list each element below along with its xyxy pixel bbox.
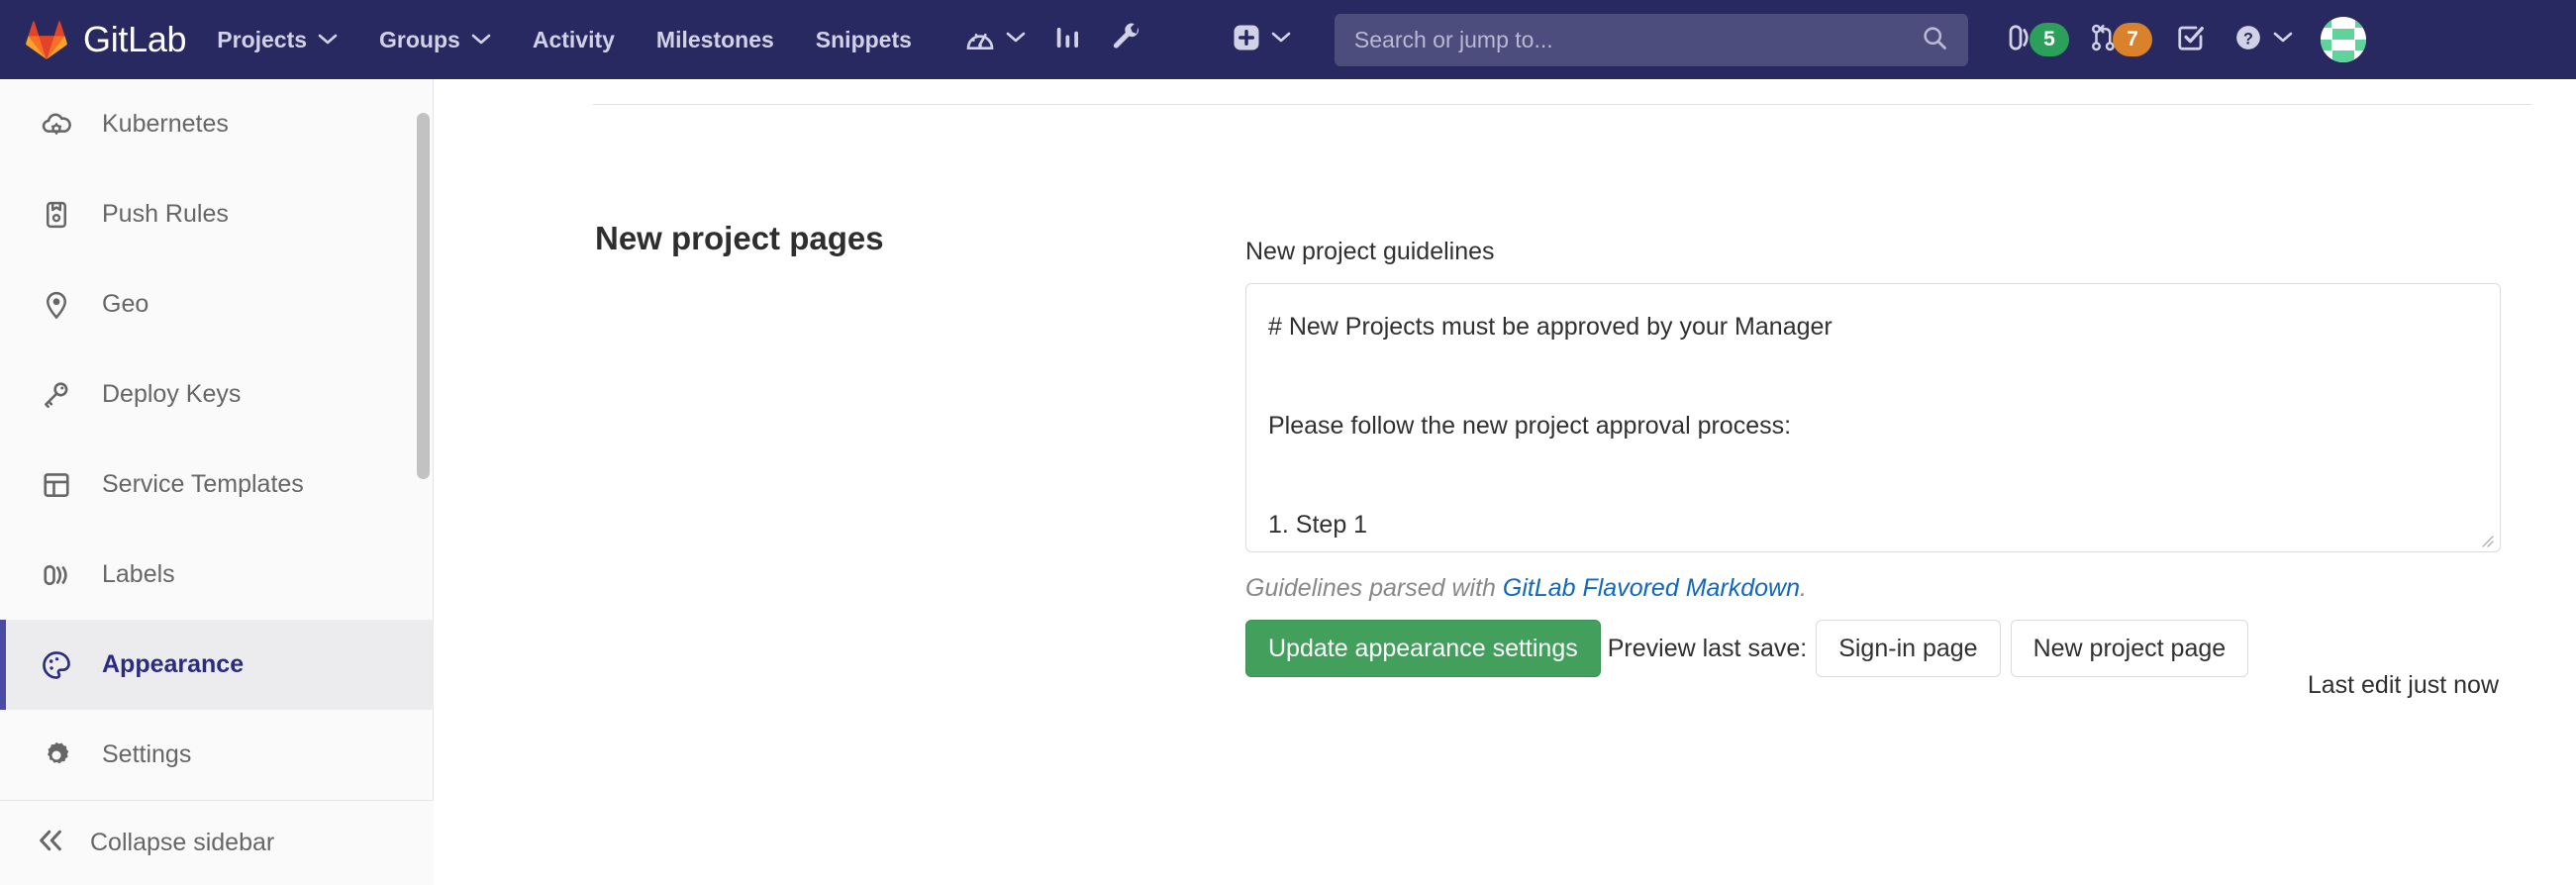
help-button[interactable]: ? <box>2220 0 2307 79</box>
nav-link-snippets[interactable]: Snippets <box>795 0 933 79</box>
issues-count-badge: 5 <box>2030 23 2069 56</box>
analytics-chart-icon <box>1053 23 1083 57</box>
sidebar-item-kubernetes[interactable]: Kubernetes <box>0 79 434 169</box>
top-navbar: GitLab Projects Groups Activity Mileston… <box>0 0 2576 79</box>
nav-link-projects-label: Projects <box>217 27 307 53</box>
guidelines-help-text: Guidelines parsed with GitLab Flavored M… <box>1245 574 1807 603</box>
nav-link-snippets-label: Snippets <box>816 27 912 53</box>
todos-button[interactable] <box>2162 0 2220 79</box>
chevron-double-left-icon <box>36 826 65 860</box>
sidebar-item-service-templates-label: Service Templates <box>102 470 304 499</box>
sidebar-item-geo-label: Geo <box>102 290 149 319</box>
form-actions: Update appearance settings Preview last … <box>1245 620 2258 677</box>
nav-link-groups-label: Groups <box>379 27 460 53</box>
geo-location-pin-icon <box>36 290 77 320</box>
update-appearance-settings-button[interactable]: Update appearance settings <box>1245 620 1601 677</box>
issues-button[interactable]: 5 <box>1996 0 2079 79</box>
new-item-plus-icon <box>1232 23 1261 57</box>
merge-requests-button[interactable]: 7 <box>2079 0 2162 79</box>
sidebar-item-settings[interactable]: Settings <box>0 710 434 800</box>
collapse-sidebar-button[interactable]: Collapse sidebar <box>0 800 434 885</box>
help-text-prefix: Guidelines parsed with <box>1245 574 1503 602</box>
search-icon <box>1921 24 1948 56</box>
settings-gear-icon <box>36 740 77 770</box>
chevron-down-icon <box>1271 31 1291 49</box>
sidebar-item-geo[interactable]: Geo <box>0 259 434 349</box>
sidebar-item-labels[interactable]: Labels <box>0 530 434 620</box>
dashboard-speedometer-icon <box>964 22 996 58</box>
nav-link-milestones[interactable]: Milestones <box>636 0 795 79</box>
sidebar-scroll-area: Kubernetes Push Rules Geo <box>0 79 434 800</box>
search-placeholder: Search or jump to... <box>1354 27 1921 53</box>
sidebar-scrollbar-thumb[interactable] <box>417 113 430 479</box>
help-question-icon: ? <box>2233 23 2263 57</box>
help-text-suffix: . <box>1800 574 1807 602</box>
svg-text:?: ? <box>2243 30 2253 48</box>
dashboard-button[interactable] <box>950 0 1040 79</box>
admin-area-button[interactable] <box>1097 0 1156 79</box>
sidebar-item-push-rules-label: Push Rules <box>102 200 229 229</box>
nav-link-milestones-label: Milestones <box>656 27 774 53</box>
last-edit-status: Last edit just now <box>2308 671 2499 700</box>
sidebar-item-kubernetes-label: Kubernetes <box>102 110 229 139</box>
preview-last-save-label: Preview last save: <box>1608 635 1807 663</box>
chevron-down-icon <box>471 34 491 46</box>
nav-link-activity[interactable]: Activity <box>512 0 636 79</box>
preview-sign-in-page-button[interactable]: Sign-in page <box>1816 620 2000 677</box>
sidebar-item-deploy-keys[interactable]: Deploy Keys <box>0 349 434 440</box>
brand-home-link[interactable]: GitLab <box>26 0 186 79</box>
gitlab-tanuki-logo <box>26 20 67 59</box>
search-input[interactable]: Search or jump to... <box>1335 14 1968 66</box>
primary-nav: Projects Groups Activity Milestones Snip… <box>196 0 933 79</box>
appearance-palette-icon <box>36 649 77 681</box>
kubernetes-cloud-gear-icon <box>36 109 77 141</box>
nav-link-groups[interactable]: Groups <box>358 0 512 79</box>
admin-sidebar: Kubernetes Push Rules Geo <box>0 79 434 885</box>
merge-requests-count-badge: 7 <box>2113 23 2152 56</box>
sidebar-item-appearance-label: Appearance <box>102 650 244 679</box>
todos-icon <box>2176 23 2206 57</box>
sidebar-item-labels-label: Labels <box>102 560 175 589</box>
new-project-guidelines-textarea[interactable]: # New Projects must be approved by your … <box>1245 283 2501 552</box>
admin-wrench-icon <box>1111 22 1142 58</box>
brand-title: GitLab <box>83 19 186 60</box>
nav-link-projects[interactable]: Projects <box>196 0 358 79</box>
guidelines-field-label: New project guidelines <box>1245 238 1495 266</box>
chevron-down-icon <box>1006 31 1026 49</box>
deploy-key-icon <box>36 380 77 410</box>
user-avatar[interactable] <box>2321 17 2366 62</box>
new-item-button[interactable] <box>1218 0 1305 79</box>
sidebar-item-service-templates[interactable]: Service Templates <box>0 440 434 530</box>
preview-new-project-page-button[interactable]: New project page <box>2011 620 2249 677</box>
nav-link-activity-label: Activity <box>533 27 615 53</box>
chevron-down-icon <box>318 34 338 46</box>
push-rules-document-icon <box>36 200 77 230</box>
service-template-layout-icon <box>36 470 77 500</box>
sidebar-item-deploy-keys-label: Deploy Keys <box>102 380 241 409</box>
chevron-down-icon <box>2273 31 2293 49</box>
gitlab-flavored-markdown-link[interactable]: GitLab Flavored Markdown <box>1503 574 1800 602</box>
labels-tag-icon <box>36 560 77 590</box>
sidebar-item-appearance[interactable]: Appearance <box>0 620 434 710</box>
page-title: New project pages <box>595 220 884 257</box>
analytics-button[interactable] <box>1040 0 1097 79</box>
section-divider <box>593 104 2531 105</box>
collapse-sidebar-label: Collapse sidebar <box>90 829 274 857</box>
sidebar-item-settings-label: Settings <box>102 740 191 769</box>
sidebar-scrollbar[interactable] <box>412 79 434 800</box>
sidebar-item-push-rules[interactable]: Push Rules <box>0 169 434 259</box>
main-content: New project pages New project guidelines… <box>434 79 2576 885</box>
